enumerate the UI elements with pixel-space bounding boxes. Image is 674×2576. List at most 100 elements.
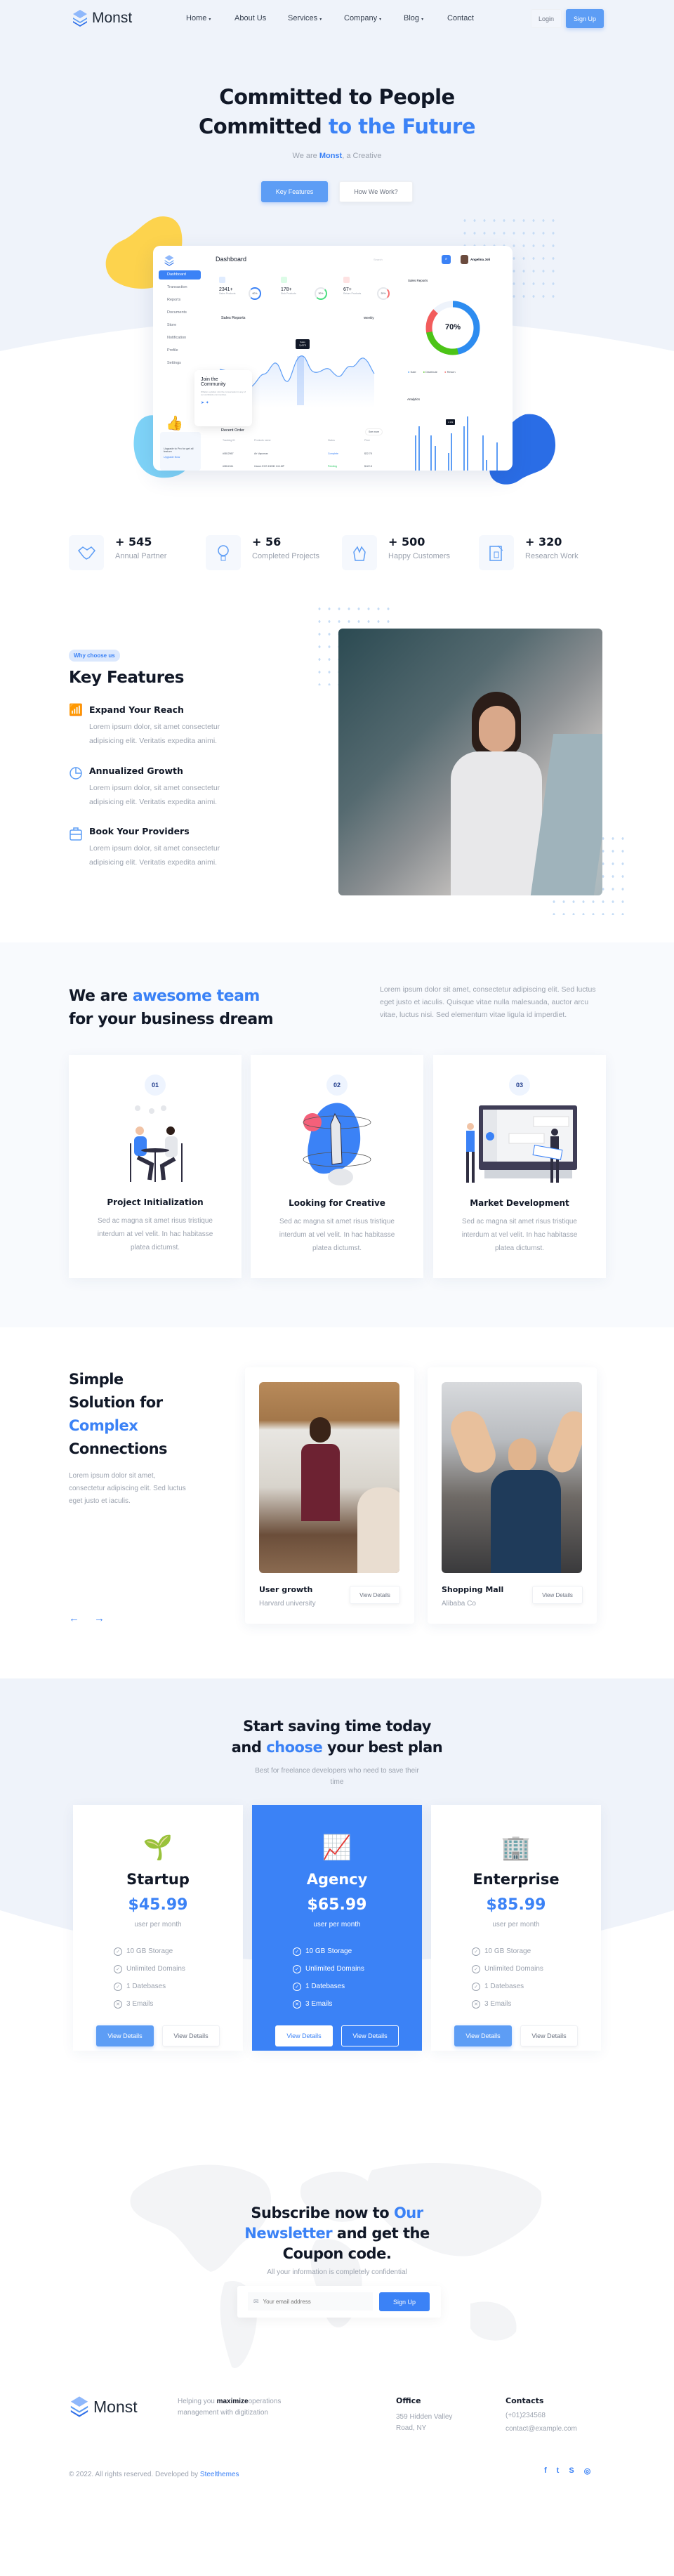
view-details-secondary-button[interactable]: View Details [520, 2025, 578, 2046]
newsletter-signup-button[interactable]: Sign Up [379, 2292, 430, 2311]
how-we-work-button[interactable]: How We Work? [339, 181, 413, 202]
nav-blog[interactable]: Blog ▾ [404, 14, 423, 22]
plan-price: $45.99 [128, 1896, 188, 1914]
instagram-icon[interactable]: ◎ [584, 2466, 591, 2476]
dash-period-select: Weekly [364, 316, 374, 320]
chevron-down-icon: ▾ [379, 18, 382, 22]
dash-side-item: Dashboard [159, 270, 201, 280]
key-features-button[interactable]: Key Features [261, 181, 328, 202]
plan-feature: ✓ 1 Datebases [472, 1978, 601, 1995]
plan-name: Enterprise [473, 1871, 560, 1888]
plan-feature: ✓ 10 GB Storage [114, 1943, 243, 1960]
footer-tagline: Helping you maximizeoperations managemen… [178, 2398, 282, 2417]
dash-donut-value: 70% [444, 323, 461, 331]
growth-chart-icon: 📶 [69, 704, 83, 716]
view-details-primary-button[interactable]: View Details [454, 2025, 512, 2046]
dash-side-item: Transaction [167, 285, 187, 289]
skype-icon[interactable]: S [569, 2466, 574, 2476]
login-button[interactable]: Login [531, 9, 562, 28]
plan-illustration-icon: 📈 [322, 1834, 352, 1861]
dash-avatar [461, 255, 468, 264]
next-arrow-button[interactable]: → [94, 1612, 105, 1624]
nav-contact[interactable]: Contact [447, 14, 474, 22]
dash-user: Angelina Joli [470, 258, 491, 261]
dash-bar-tooltip: 2.10k [446, 419, 456, 425]
dash-side-item: Notification [167, 336, 187, 340]
plan-feature: ✓ 1 Datebases [114, 1978, 243, 1995]
solution-card: User growth Harvard university View Deta… [245, 1367, 414, 1624]
plan-period: user per month [492, 1921, 540, 1928]
why-choose-badge: Why choose us [69, 650, 120, 662]
signup-button[interactable]: Sign Up [566, 9, 604, 28]
plan-name: Startup [126, 1871, 190, 1888]
dash-side-item: Profile [167, 348, 178, 353]
check-circle-icon: ✓ [472, 1947, 480, 1956]
check-circle-icon: ✓ [293, 1964, 301, 1973]
team-text: Lorem ipsum dolor sit amet, consectetur … [380, 985, 596, 1019]
solution-photo [259, 1382, 399, 1573]
nav-about[interactable]: About Us [234, 14, 266, 22]
developer-link[interactable]: Steelthemes [200, 2471, 239, 2478]
dashboard-mockup: Dashboard Search ⌕ Angelina Joli Dashboa… [153, 246, 513, 471]
dash-search-button: ⌕ [442, 255, 451, 264]
nav-company[interactable]: Company ▾ [344, 14, 381, 22]
x-circle-icon: ✕ [293, 1999, 301, 2009]
thumbs-up-icon: 👍 [166, 416, 183, 431]
logo-icon [73, 10, 87, 27]
dash-stat: 67+ Return Products 20% [343, 277, 399, 300]
check-circle-icon: ✓ [114, 1964, 122, 1973]
dash-orders-title: Recent Order [221, 428, 245, 433]
solutions-title: Simple Solution for Complex Connections [69, 1371, 168, 1457]
stat-item: + 56 Completed Projects [206, 535, 319, 570]
plan-feature: ✓ 10 GB Storage [472, 1943, 601, 1960]
nav-home[interactable]: Home ▾ [186, 14, 211, 22]
check-circle-icon: ✓ [114, 1982, 122, 1991]
view-details-button[interactable]: View Details [532, 1586, 583, 1604]
solution-card-sub: Alibaba Co [442, 1600, 476, 1608]
dash-tooltip: Sales 3,672 [296, 339, 310, 349]
dash-title: Dashboard [216, 256, 247, 263]
footer-office-title: Office [396, 2396, 421, 2405]
stat-item: + 545 Annual Partner [69, 535, 166, 570]
footer-logo[interactable]: Monst [67, 2395, 138, 2419]
team-card: 03 Market Development Sed ac magna sit a… [433, 1055, 606, 1278]
plan-period: user per month [134, 1921, 182, 1928]
view-details-button[interactable]: View Details [350, 1586, 400, 1604]
copyright: © 2022. All rights reserved. Developed b… [69, 2471, 239, 2478]
dash-side-item: Store [167, 323, 177, 327]
check-circle-icon: ✓ [472, 1982, 480, 1991]
plan-features: ✓ 10 GB Storage ✓ Unlimited Domains ✓ 1 Dateb… [252, 1943, 422, 2013]
view-details-secondary-button[interactable]: View Details [341, 2025, 399, 2046]
newsletter-form: ✉ Sign Up [237, 2286, 441, 2318]
twitter-icon[interactable]: t [557, 2466, 560, 2476]
hero-title-line2: Committed to the Future [199, 114, 476, 138]
facebook-icon[interactable]: f [544, 2466, 547, 2476]
footer-contacts-title: Contacts [505, 2396, 544, 2405]
plan-feature: ✓ Unlimited Domains [114, 1960, 243, 1978]
email-input[interactable] [263, 2298, 362, 2305]
telegram-icon: ➤ [201, 401, 205, 405]
view-details-primary-button[interactable]: View Details [275, 2025, 333, 2046]
stat-item: + 500 Happy Customers [342, 535, 450, 570]
envelope-icon: ✉ [253, 2297, 259, 2305]
check-circle-icon: ✓ [472, 1964, 480, 1973]
dash-orders-table: Tracking ID Products name Status Price #081… [223, 439, 372, 468]
logo[interactable]: Monst [70, 8, 132, 28]
plan-feature: ✓ 10 GB Storage [293, 1943, 422, 1960]
pricing-card: 🌱 Startup $45.99 user per month ✓ 10 GB S… [73, 1805, 243, 2051]
stat-item: + 320 Research Work [479, 535, 579, 570]
clap-icon [342, 535, 377, 570]
dash-see-more: See more [365, 428, 383, 435]
blueprint-icon [479, 535, 514, 570]
footer-logo-text: Monst [93, 2397, 138, 2416]
prev-arrow-button[interactable]: ← [69, 1612, 79, 1624]
nav-services[interactable]: Services ▾ [288, 14, 322, 22]
hero-subtitle: We are Monst, a Creative [292, 152, 382, 160]
chevron-down-icon: ▾ [209, 18, 211, 22]
twitter-icon: ✦ [205, 401, 209, 405]
features-title: Key Features [69, 669, 184, 687]
check-circle-icon: ✓ [293, 1947, 301, 1956]
footer-email[interactable]: contact@example.com [505, 2425, 577, 2433]
view-details-primary-button[interactable]: View Details [96, 2025, 154, 2046]
view-details-secondary-button[interactable]: View Details [162, 2025, 220, 2046]
